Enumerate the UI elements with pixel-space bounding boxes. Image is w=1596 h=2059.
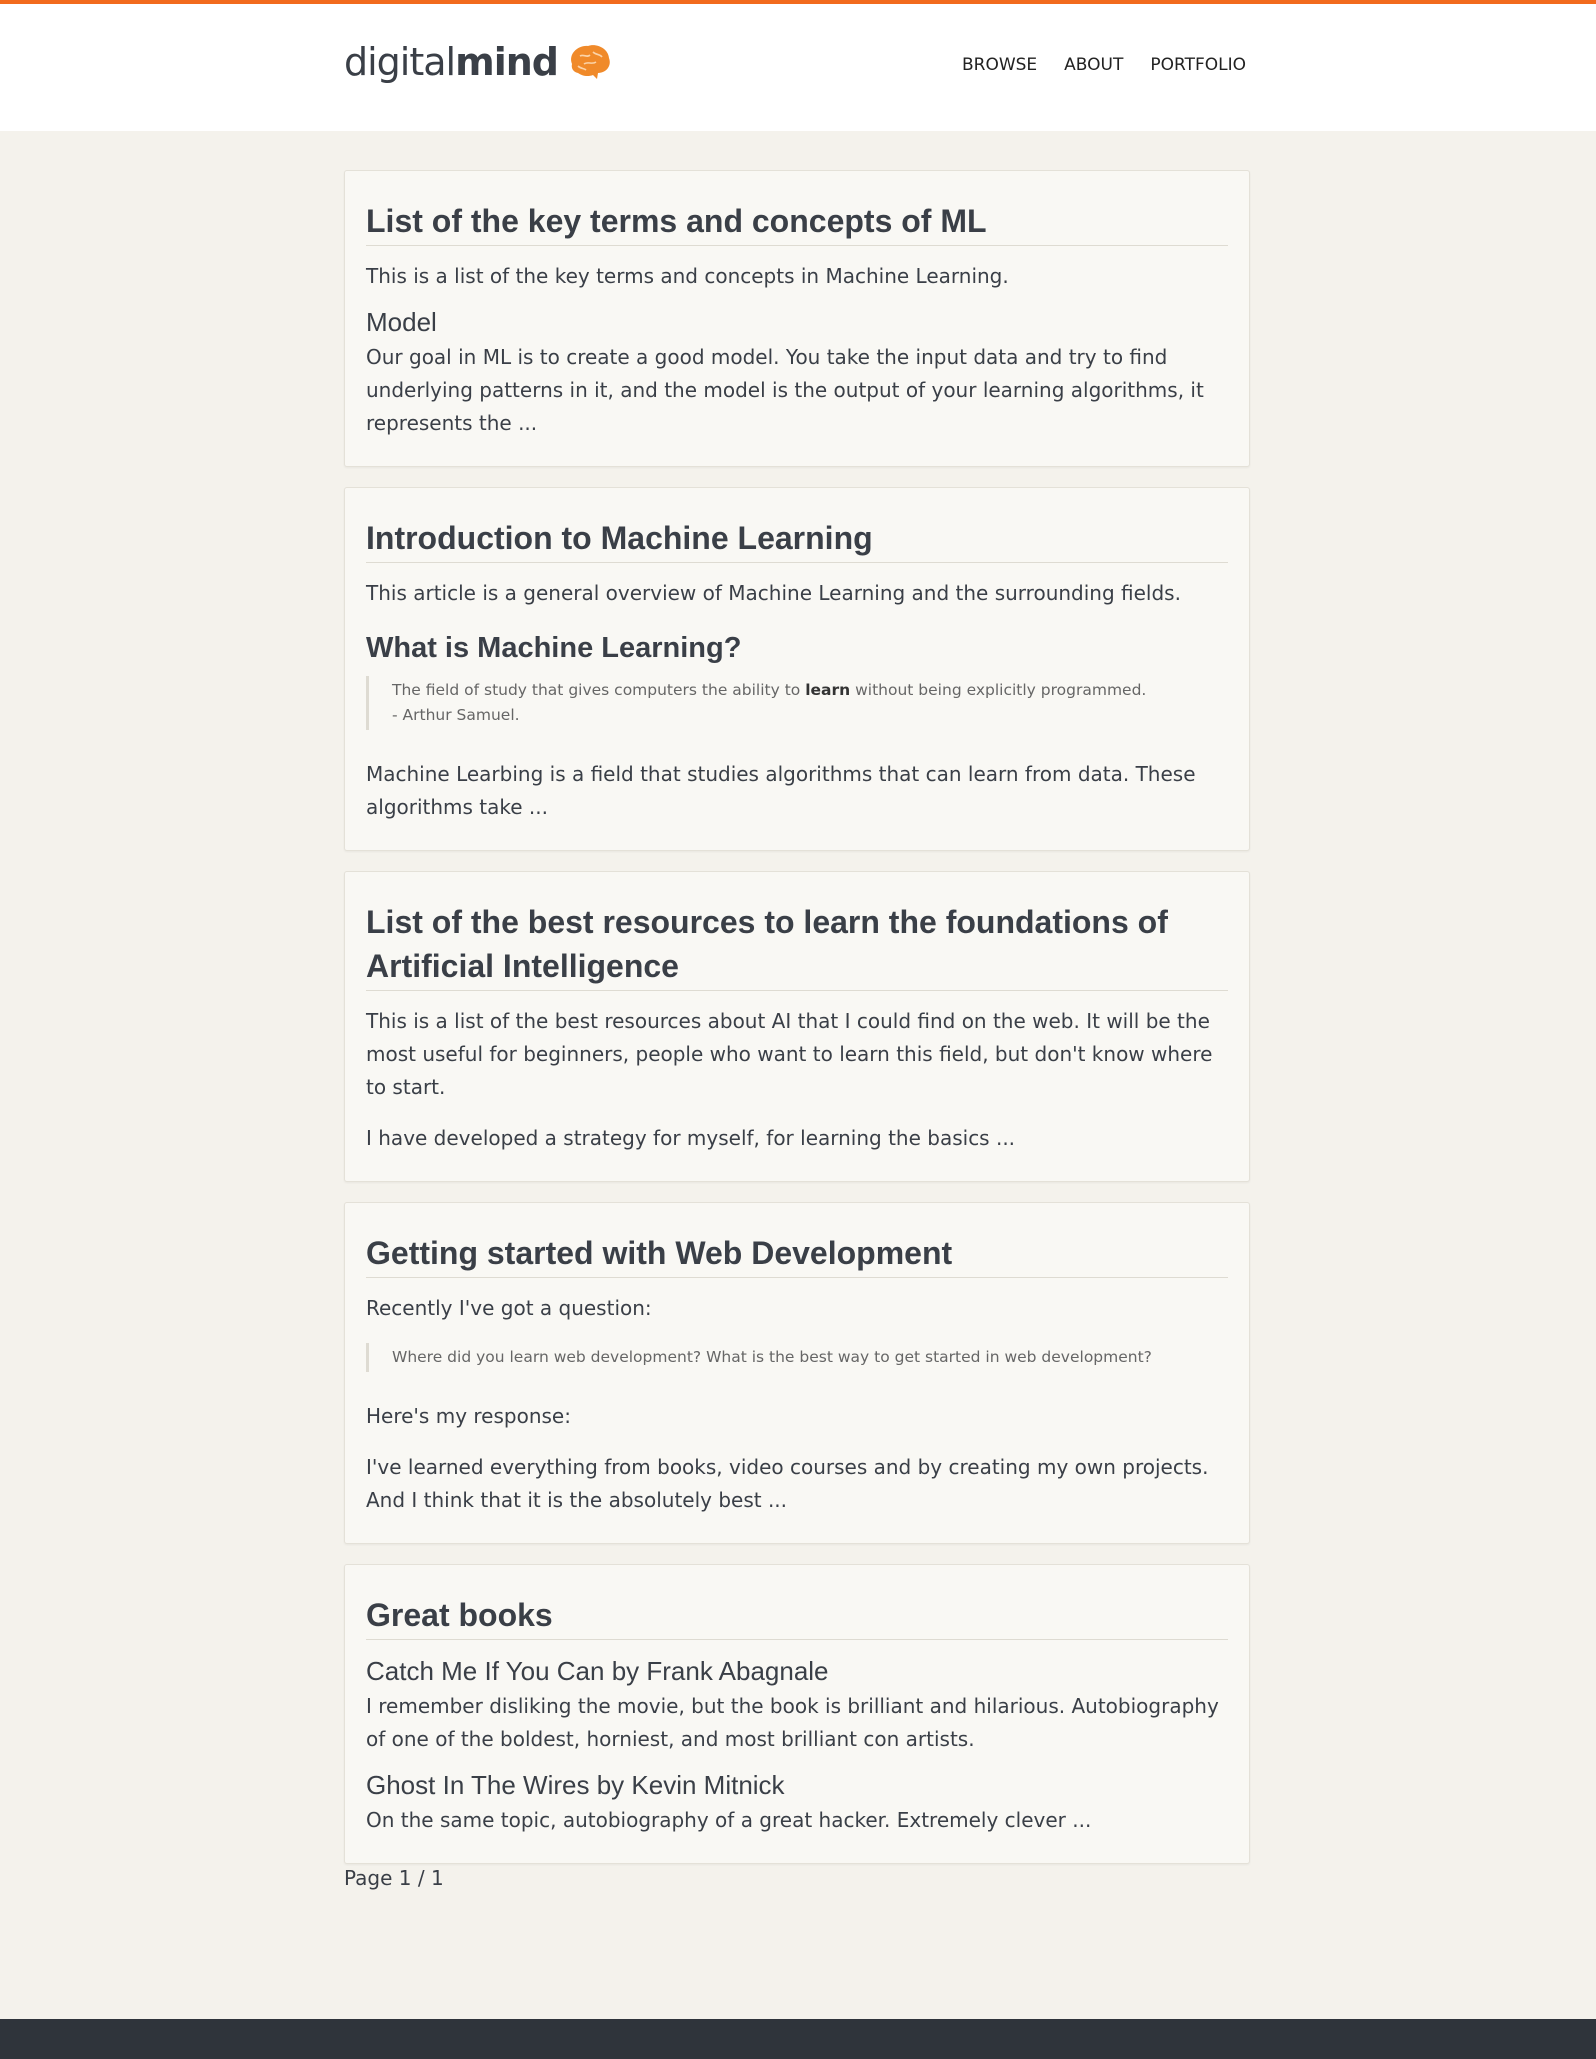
site-logo[interactable]: digital mind (344, 40, 612, 84)
site-header: digital mind BROWSE ABOUT PORTFOLIO (0, 0, 1596, 131)
post-quote: The field of study that gives computers … (366, 676, 1228, 730)
post-excerpt: I have developed a strategy for myself, … (366, 1126, 1016, 1150)
post-title[interactable]: List of the best resources to learn the … (366, 900, 1228, 991)
post-response: Here's my response: (366, 1404, 571, 1428)
nav-portfolio[interactable]: PORTFOLIO (1150, 55, 1246, 75)
post-intro: This is a list of the key terms and conc… (366, 264, 1009, 288)
post-subheading: What is Machine Learning? (366, 632, 742, 664)
post-subheading: Model (366, 307, 437, 337)
book-title: Ghost In The Wires by Kevin Mitnick (366, 1770, 785, 1800)
quote-bold: learn (805, 681, 851, 699)
post-card: Introduction to Machine Learning This ar… (344, 487, 1250, 851)
book-description: On the same topic, autobiography of a gr… (366, 1808, 1092, 1832)
post-card: Getting started with Web Development Rec… (344, 1202, 1250, 1544)
quote-author: - Arthur Samuel. (392, 706, 520, 724)
post-quote: Where did you learn web development? Wha… (366, 1343, 1228, 1372)
main-nav: BROWSE ABOUT PORTFOLIO (962, 55, 1246, 75)
post-title[interactable]: Introduction to Machine Learning (366, 516, 1228, 563)
post-title[interactable]: Getting started with Web Development (366, 1231, 1228, 1278)
nav-browse[interactable]: BROWSE (962, 55, 1037, 75)
quote-text-end: without being explicitly programmed. (850, 681, 1147, 699)
quote-text: Where did you learn web development? Wha… (392, 1348, 1152, 1366)
post-intro: This article is a general overview of Ma… (366, 581, 1181, 605)
post-card: Great books Catch Me If You Can by Frank… (344, 1564, 1250, 1864)
nav-about[interactable]: ABOUT (1064, 55, 1123, 75)
post-excerpt: I've learned everything from books, vide… (366, 1455, 1209, 1512)
post-excerpt: Our goal in ML is to create a good model… (366, 345, 1204, 435)
post-title[interactable]: Great books (366, 1593, 1228, 1640)
logo-text-light: digital (344, 40, 456, 84)
post-list: List of the key terms and concepts of ML… (344, 170, 1250, 1890)
post-excerpt: Machine Learbing is a field that studies… (366, 762, 1196, 819)
book-title: Catch Me If You Can by Frank Abagnale (366, 1656, 829, 1686)
post-card: List of the best resources to learn the … (344, 871, 1250, 1182)
book-description: I remember disliking the movie, but the … (366, 1694, 1219, 1751)
post-intro: Recently I've got a question: (366, 1296, 652, 1320)
brain-icon (571, 45, 610, 79)
site-footer (0, 2019, 1596, 2059)
post-title[interactable]: List of the key terms and concepts of ML (366, 199, 1228, 246)
quote-text: The field of study that gives computers … (392, 681, 806, 699)
pagination-label: Page 1 / 1 (344, 1866, 444, 1890)
logo-text-bold: mind (455, 40, 559, 84)
post-card: List of the key terms and concepts of ML… (344, 170, 1250, 467)
post-intro: This is a list of the best resources abo… (366, 1009, 1213, 1099)
